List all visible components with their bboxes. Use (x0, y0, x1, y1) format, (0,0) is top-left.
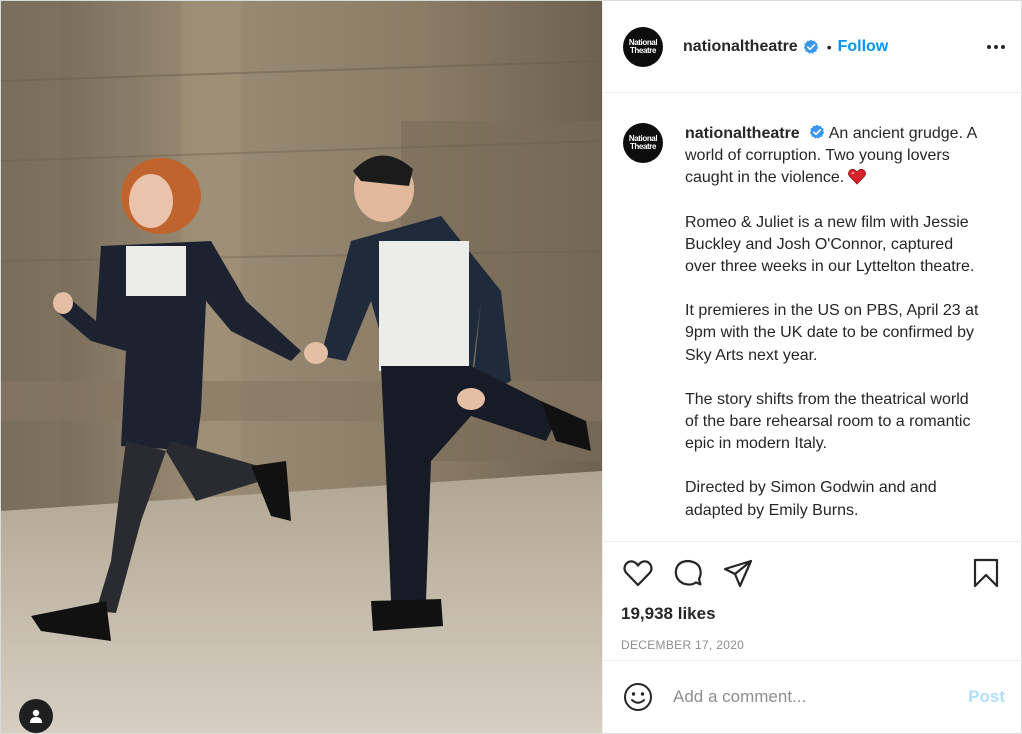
caption-text: nationaltheatre An ancient grudge. A wor… (685, 123, 985, 541)
action-bar (621, 542, 1003, 602)
caption-area: National Theatre nationaltheatre An anci… (603, 93, 1021, 541)
person-icon (30, 709, 42, 723)
comment-input[interactable] (673, 687, 969, 707)
post-side-panel: National Theatre nationaltheatre • Follo… (602, 1, 1021, 733)
comment-icon (674, 559, 702, 586)
emoji-button[interactable] (623, 682, 653, 712)
caption-username[interactable]: nationaltheatre (685, 125, 800, 142)
comment-bar: Post (603, 660, 1021, 733)
post-photo[interactable] (1, 1, 602, 733)
caption-avatar[interactable]: National Theatre (623, 123, 663, 163)
caption-intro-paragraph: nationaltheatre An ancient grudge. A wor… (685, 123, 985, 190)
post-header: National Theatre nationaltheatre • Follo… (603, 1, 1021, 93)
account-avatar[interactable]: National Theatre (623, 26, 663, 67)
red-heart-emoji-icon (848, 169, 867, 185)
paper-plane-icon (723, 559, 753, 588)
post-date[interactable]: DECEMBER 17, 2020 (621, 638, 1003, 652)
actions-section: 19,938 likes DECEMBER 17, 2020 (603, 541, 1021, 660)
header-username[interactable]: nationaltheatre (683, 38, 798, 56)
more-options-icon[interactable] (987, 37, 1005, 57)
separator-dot: • (826, 38, 832, 55)
verified-badge-icon (803, 39, 818, 54)
share-button[interactable] (721, 556, 755, 590)
caption-avatar-line2: Theatre (629, 142, 657, 151)
post-comment-button[interactable]: Post (968, 687, 1005, 707)
bookmark-icon (973, 558, 999, 588)
save-button[interactable] (969, 556, 1003, 590)
likes-count[interactable]: 19,938 likes (621, 604, 1003, 624)
photo-scene (1, 1, 602, 733)
follow-button[interactable]: Follow (838, 38, 889, 56)
heart-icon (623, 560, 653, 587)
smiley-icon (624, 683, 652, 711)
caption-paragraph-2: It premieres in the US on PBS, April 23 … (685, 302, 979, 364)
caption-paragraph-1: Romeo & Juliet is a new film with Jessie… (685, 213, 975, 276)
verified-badge-icon (809, 124, 825, 139)
tagged-user-icon[interactable] (19, 699, 53, 733)
instagram-post: National Theatre nationaltheatre • Follo… (0, 0, 1022, 734)
comment-button[interactable] (671, 556, 705, 590)
avatar-text-line2: Theatre (629, 45, 657, 55)
like-button[interactable] (621, 556, 655, 590)
caption-paragraph-4: Directed by Simon Godwin and and adapted… (685, 479, 937, 519)
caption-paragraph-3: The story shifts from the theatrical wor… (685, 390, 971, 453)
